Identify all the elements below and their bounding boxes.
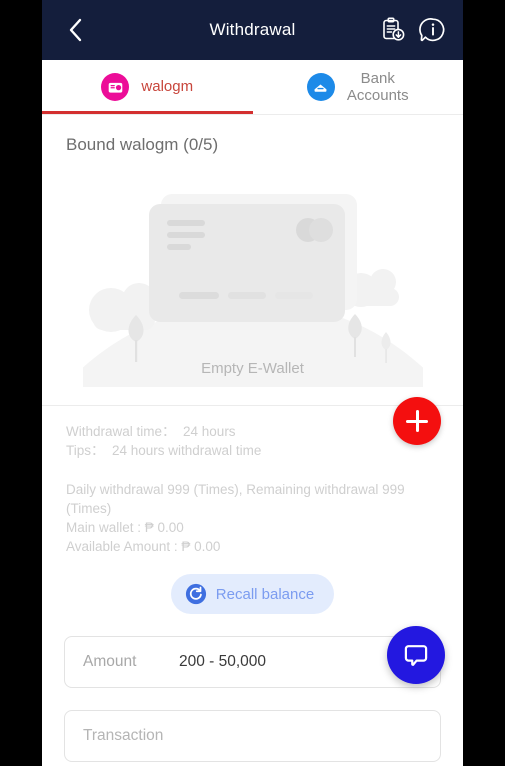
- plus-icon-vertical: [415, 410, 419, 432]
- tab-walogm-label: walogm: [141, 78, 194, 96]
- bound-wallet-title: Bound walogm (0/5): [66, 135, 219, 154]
- empty-state-label: Empty E-Wallet: [201, 360, 304, 377]
- transaction-field[interactable]: Transaction: [64, 710, 441, 762]
- amount-field[interactable]: Amount 200 - 50,000: [64, 636, 441, 688]
- clipboard-download-icon[interactable]: [379, 16, 407, 44]
- tab-bar: walogm Bank Accounts: [42, 60, 463, 115]
- main-wallet-text: Main wallet : ₱ 0.00: [66, 520, 184, 535]
- tips-text: Tips： 24 hours withdrawal time: [66, 443, 262, 458]
- daily-withdrawal-text: Daily withdrawal 999 (Times), Remaining …: [66, 482, 405, 516]
- chat-support-button[interactable]: [387, 626, 445, 684]
- wallet-icon: [101, 73, 130, 101]
- empty-ewallet-illustration: Empty E-Wallet: [42, 163, 463, 395]
- amount-input[interactable]: 200 - 50,000: [179, 653, 266, 671]
- header-actions: [379, 16, 447, 44]
- chat-bubble-icon: [404, 645, 428, 666]
- tab-bank-accounts[interactable]: Bank Accounts: [253, 60, 464, 114]
- recall-balance-row: Recall balance: [42, 574, 463, 614]
- recall-balance-label: Recall balance: [215, 585, 315, 603]
- amount-label: Amount: [83, 653, 137, 670]
- transaction-label: Transaction: [83, 727, 164, 744]
- back-button[interactable]: [58, 13, 92, 47]
- withdrawal-time-text: Withdrawal time： 24 hours: [66, 424, 236, 439]
- app-header: Withdrawal: [42, 0, 463, 60]
- app-screen: Withdrawal walogm Bank Accounts Bound wa…: [42, 0, 463, 766]
- active-tab-indicator: [42, 111, 253, 114]
- recall-balance-button[interactable]: Recall balance: [170, 574, 335, 614]
- empty-ewallet-graphic: [82, 193, 423, 387]
- available-amount-text: Available Amount : ₱ 0.00: [66, 539, 221, 554]
- bank-card-icon: [306, 73, 335, 101]
- info-speech-bubble-icon[interactable]: [419, 16, 447, 44]
- refresh-circle-icon: [185, 583, 206, 605]
- tab-bank-accounts-label: Bank Accounts: [346, 69, 409, 104]
- add-wallet-button[interactable]: [393, 397, 441, 445]
- chevron-left-icon: [69, 18, 82, 42]
- tab-walogm[interactable]: walogm: [42, 60, 253, 114]
